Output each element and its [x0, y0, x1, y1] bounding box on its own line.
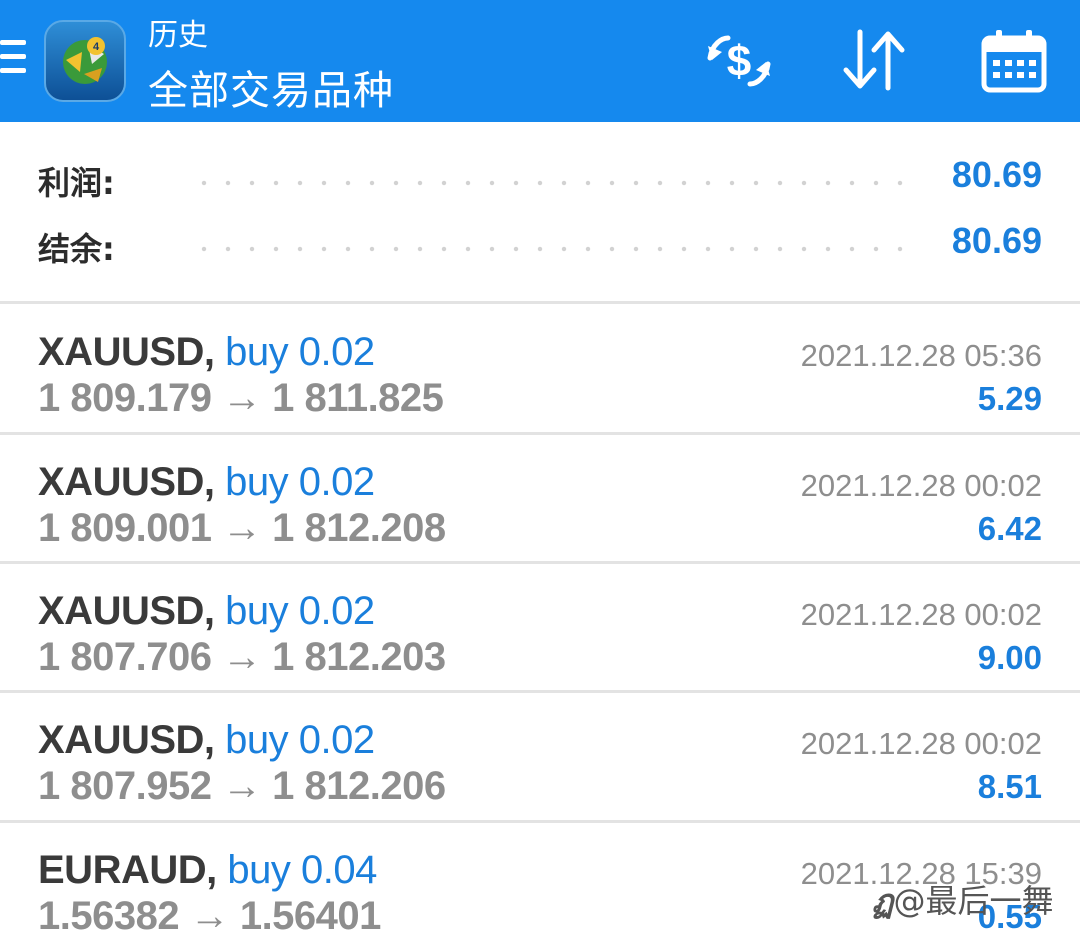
- trade-direction: buy 0.04: [227, 848, 377, 892]
- trade-symbol-line: XAUUSD, buy 0.02: [38, 460, 375, 505]
- trade-symbol-line: XAUUSD, buy 0.02: [38, 589, 375, 634]
- profit-label: 利润:: [38, 164, 115, 202]
- trade-comma: ,: [203, 330, 215, 374]
- trade-symbol: XAUUSD: [38, 589, 204, 633]
- trade-profit: 9.00: [977, 639, 1042, 676]
- app-bar: 4 历史 全部交易品种 $: [0, 0, 1080, 122]
- trade-time: 2021.12.28 05:36: [800, 338, 1042, 373]
- svg-text:4: 4: [93, 41, 100, 53]
- trade-prices: 1 809.001 → 1 812.208: [38, 506, 446, 550]
- trade-comma: ,: [203, 718, 215, 762]
- watermark-icon: ฏ: [872, 882, 894, 920]
- balance-label: 结余:: [38, 230, 115, 268]
- trade-symbol: XAUUSD: [38, 718, 204, 762]
- trade-symbol-line: XAUUSD, buy 0.02: [38, 330, 375, 375]
- trade-row[interactable]: XAUUSD, buy 0.02 1 807.952 → 1 812.206 2…: [0, 692, 1080, 818]
- trade-prices: 1 809.179 → 1 811.825: [38, 376, 444, 420]
- trade-time: 2021.12.28 00:02: [800, 468, 1042, 503]
- trade-symbol: EURAUD: [38, 848, 207, 892]
- watermark-text: @最后一舞: [893, 882, 1054, 920]
- trade-prices: 1 807.706 → 1 812.203: [38, 635, 446, 679]
- trade-profit: 8.51: [977, 768, 1042, 805]
- trade-prices: 1 807.952 → 1 812.206: [38, 764, 446, 808]
- trade-symbol: XAUUSD: [38, 330, 204, 374]
- profit-dot-leader: [192, 180, 916, 186]
- app-logo[interactable]: 4: [44, 20, 126, 102]
- trade-profit: 6.42: [977, 510, 1042, 547]
- money-exchange-icon[interactable]: $: [704, 28, 774, 94]
- trade-symbol: XAUUSD: [38, 460, 204, 504]
- profit-value: 80.69: [951, 154, 1042, 195]
- trade-row[interactable]: XAUUSD, buy 0.02 1 809.001 → 1 812.208 2…: [0, 434, 1080, 560]
- trade-symbol-line: XAUUSD, buy 0.02: [38, 718, 375, 763]
- summary-panel: 利润: 80.69 结余: 80.69: [0, 122, 1080, 302]
- trade-comma: ,: [206, 848, 217, 892]
- header-subtitle: 历史: [148, 18, 208, 53]
- trade-direction: buy 0.02: [225, 460, 375, 504]
- trade-profit: 5.29: [977, 380, 1042, 417]
- trade-time: 2021.12.28 00:02: [800, 597, 1042, 632]
- trade-direction: buy 0.02: [225, 589, 375, 633]
- svg-text:$: $: [727, 37, 751, 86]
- trade-prices: 1.56382 → 1.56401: [38, 894, 381, 938]
- balance-dot-leader: [192, 246, 916, 252]
- profit-row: 利润: 80.69: [0, 150, 1080, 210]
- trade-symbol-line: EURAUD, buy 0.04: [38, 848, 377, 893]
- trade-comma: ,: [203, 460, 215, 504]
- trade-time: 2021.12.28 00:02: [800, 726, 1042, 761]
- trade-direction: buy 0.02: [225, 718, 375, 762]
- balance-value: 80.69: [951, 220, 1042, 261]
- trade-comma: ,: [203, 589, 215, 633]
- trade-direction: buy 0.02: [225, 330, 375, 374]
- header-title[interactable]: 全部交易品种: [148, 58, 394, 116]
- balance-row: 结余: 80.69: [0, 216, 1080, 276]
- trade-row[interactable]: XAUUSD, buy 0.02 1 809.179 → 1 811.825 2…: [0, 304, 1080, 430]
- watermark: ฏ@最后一舞: [872, 876, 1054, 927]
- sort-icon[interactable]: [840, 28, 910, 94]
- menu-icon[interactable]: [0, 40, 28, 80]
- calendar-icon[interactable]: [980, 28, 1050, 94]
- trade-row[interactable]: XAUUSD, buy 0.02 1 807.706 → 1 812.203 2…: [0, 563, 1080, 689]
